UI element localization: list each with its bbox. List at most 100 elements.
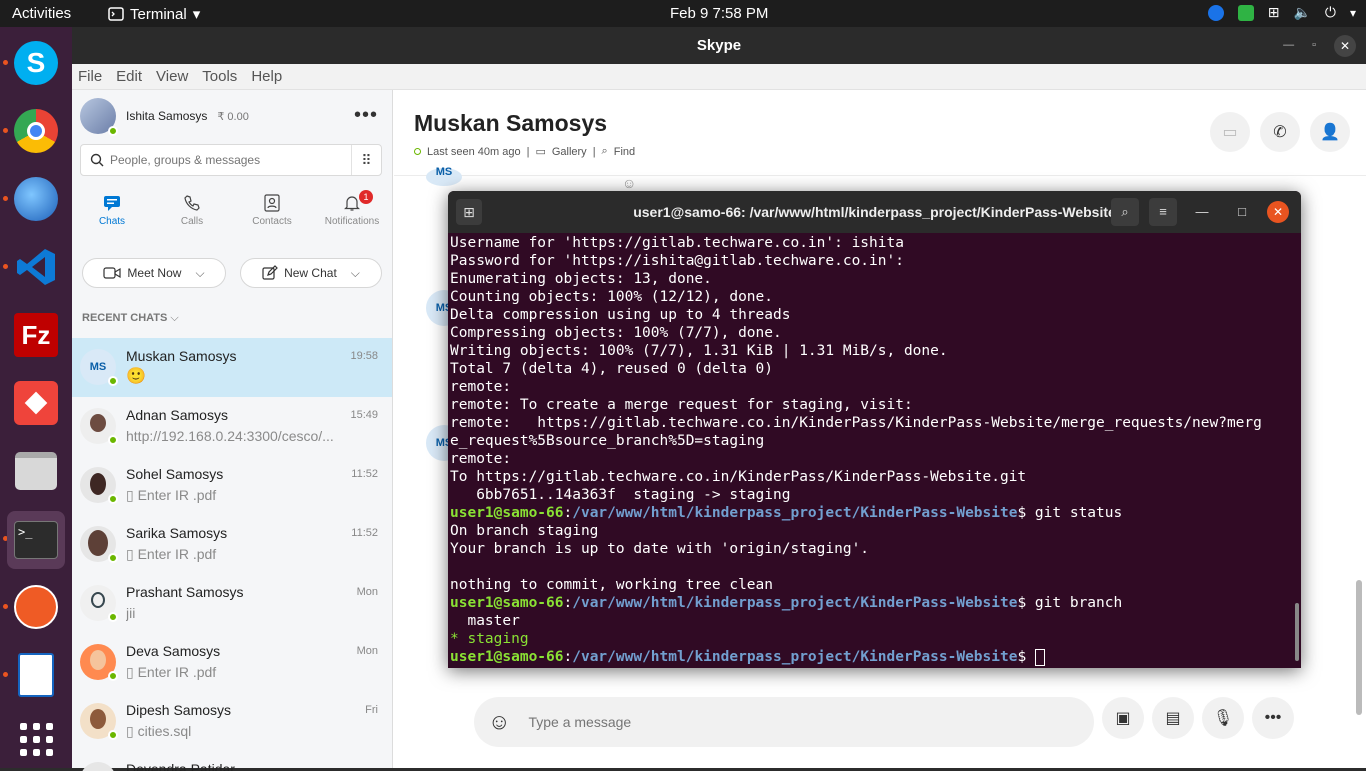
chat-preview: jii xyxy=(126,605,136,621)
prompt-line: user1@samo-66:/var/www/html/kinderpass_p… xyxy=(450,595,1123,611)
chat-name: Muskan Samosys xyxy=(126,348,237,364)
recent-chats-label: RECENT CHATS xyxy=(82,312,168,324)
sidebar: Ishita Samosys ₹ 0.00 ••• ⠿ Chats Calls … xyxy=(72,90,393,771)
find-icon[interactable]: ⌕ xyxy=(602,145,608,158)
skype-icon[interactable]: S xyxy=(10,37,62,89)
avatar: MS xyxy=(426,167,462,186)
skype-titlebar[interactable]: Skype — ▫ ✕ xyxy=(72,27,1366,64)
list-item[interactable]: Prashant Samosys Mon jii xyxy=(72,574,392,633)
message-input[interactable] xyxy=(528,714,1094,730)
list-item[interactable]: Adnan Samosys 15:49 http://192.168.0.24:… xyxy=(72,397,392,456)
dialpad-icon[interactable]: ⠿ xyxy=(351,145,381,175)
shield-check-icon[interactable] xyxy=(1237,4,1254,21)
audio-call-button[interactable]: ✆ xyxy=(1260,112,1300,152)
add-people-button[interactable]: 👤 xyxy=(1310,112,1350,152)
chat-time: 11:52 xyxy=(351,468,378,480)
profile[interactable]: Ishita Samosys ₹ 0.00 xyxy=(80,98,249,136)
online-status-icon xyxy=(108,376,118,386)
running-indicator xyxy=(3,128,8,133)
close-icon[interactable]: ✕ xyxy=(1267,201,1289,223)
tab-contacts[interactable]: Contacts xyxy=(232,186,312,236)
menu-view[interactable]: View xyxy=(156,68,188,85)
find-link[interactable]: Find xyxy=(614,146,635,158)
maximize-icon[interactable]: ▫ xyxy=(1312,27,1316,64)
menu-edit[interactable]: Edit xyxy=(116,68,142,85)
teamviewer-icon[interactable] xyxy=(1207,4,1224,21)
hamburger-menu-icon[interactable]: ≡ xyxy=(1149,198,1177,226)
list-item[interactable]: Deva Samosys Mon ▯ Enter IR .pdf xyxy=(72,633,392,692)
list-item[interactable]: Dipesh Samosys Fri ▯ cities.sql xyxy=(72,692,392,751)
close-icon[interactable]: ✕ xyxy=(1334,34,1356,57)
reaction-icon[interactable]: ☺ xyxy=(622,175,636,191)
libreoffice-writer-icon[interactable] xyxy=(10,649,62,701)
app-menu[interactable]: Terminal ▾ xyxy=(108,5,200,23)
tab-chats[interactable]: Chats xyxy=(72,186,152,236)
send-media-button[interactable]: ▣ xyxy=(1102,697,1144,739)
minimize-icon[interactable]: — xyxy=(1187,198,1217,226)
search-input[interactable] xyxy=(110,153,351,167)
nav-tabs: Chats Calls Contacts 1 Notifications xyxy=(72,186,392,236)
chrome-icon[interactable] xyxy=(10,105,62,157)
new-chat-button[interactable]: New Chat ⌵ xyxy=(240,258,382,288)
terminal-output[interactable]: Username for 'https://gitlab.techware.co… xyxy=(448,233,1301,667)
divider: | xyxy=(592,145,596,158)
chevron-down-icon[interactable]: ▾ xyxy=(1350,6,1356,20)
maximize-icon[interactable]: □ xyxy=(1227,198,1257,226)
list-item[interactable]: MS Muskan Samosys 19:58 🙂 xyxy=(72,338,392,397)
conversation-title[interactable]: Muskan Samosys xyxy=(414,110,635,137)
meet-now-button[interactable]: Meet Now ⌵ xyxy=(82,258,226,288)
network-icon[interactable]: ⊞ xyxy=(1268,4,1280,21)
list-item[interactable]: Sohel Samosys 11:52 ▯ Enter IR .pdf xyxy=(72,456,392,515)
emoji-icon[interactable]: ☺ xyxy=(488,709,510,735)
tab-notifications[interactable]: 1 Notifications xyxy=(312,186,392,236)
menu-file[interactable]: File xyxy=(78,68,102,85)
clock[interactable]: Feb 9 7:58 PM xyxy=(670,5,768,22)
list-item[interactable]: Sarika Samosys 11:52 ▯ Enter IR .pdf xyxy=(72,515,392,574)
terminal-titlebar[interactable]: ⊞ user1@samo-66: /var/www/html/kinderpas… xyxy=(448,191,1301,233)
tab-calls[interactable]: Calls xyxy=(152,186,232,236)
record-audio-button[interactable]: 🎙 xyxy=(1202,697,1244,739)
thunderbird-icon[interactable] xyxy=(10,173,62,225)
running-indicator xyxy=(3,60,8,65)
minimize-icon[interactable]: — xyxy=(1283,27,1294,64)
anydesk-icon[interactable] xyxy=(10,377,62,429)
new-tab-icon[interactable]: ⊞ xyxy=(456,199,482,225)
volume-icon[interactable]: 🔈 xyxy=(1293,4,1310,21)
chat-name: Prashant Samosys xyxy=(126,584,244,600)
more-options-icon[interactable]: ••• xyxy=(354,104,378,127)
vscode-icon[interactable] xyxy=(10,241,62,293)
search-icon[interactable]: ⌕ xyxy=(1111,198,1139,226)
postman-icon[interactable] xyxy=(10,581,62,633)
tab-label: Chats xyxy=(98,216,126,227)
menu-tools[interactable]: Tools xyxy=(202,68,237,85)
chat-preview: 🙂 xyxy=(126,368,146,385)
send-contact-button[interactable]: ▤ xyxy=(1152,697,1194,739)
file-icon: ▯ xyxy=(126,664,138,680)
online-status-icon xyxy=(108,612,118,622)
scrollbar[interactable] xyxy=(1356,580,1362,715)
chat-time: Fri xyxy=(365,704,378,716)
more-options-button[interactable]: ••• xyxy=(1252,697,1294,739)
search-box[interactable]: ⠿ xyxy=(80,144,382,176)
chat-name: Adnan Samosys xyxy=(126,407,228,423)
menu-help[interactable]: Help xyxy=(251,68,282,85)
gallery-link[interactable]: Gallery xyxy=(552,146,587,158)
terminal-icon[interactable]: >_ xyxy=(7,511,65,569)
online-status-icon xyxy=(108,494,118,504)
terminal-logo: >_ xyxy=(14,521,58,559)
power-icon[interactable]: ⏻ xyxy=(1325,4,1336,21)
filezilla-icon[interactable]: Fz xyxy=(10,309,62,361)
dock: S Fz >_ xyxy=(0,27,72,768)
files-icon[interactable] xyxy=(10,445,62,497)
video-call-button[interactable]: ▭ xyxy=(1210,112,1250,152)
list-item[interactable]: Devendra Patidar xyxy=(72,751,392,771)
scrollbar[interactable] xyxy=(1295,603,1299,661)
recent-chats-header[interactable]: RECENT CHATS ⌵ xyxy=(82,312,179,325)
system-tray[interactable]: ⊞ 🔈 ⏻ ▾ xyxy=(1207,4,1356,21)
avatar[interactable] xyxy=(80,98,118,136)
show-apps-icon[interactable] xyxy=(10,713,62,765)
gallery-icon[interactable]: ▭ xyxy=(535,145,545,158)
cursor xyxy=(1034,648,1045,666)
activities-button[interactable]: Activities xyxy=(12,5,71,22)
thunderbird-logo xyxy=(14,177,58,221)
